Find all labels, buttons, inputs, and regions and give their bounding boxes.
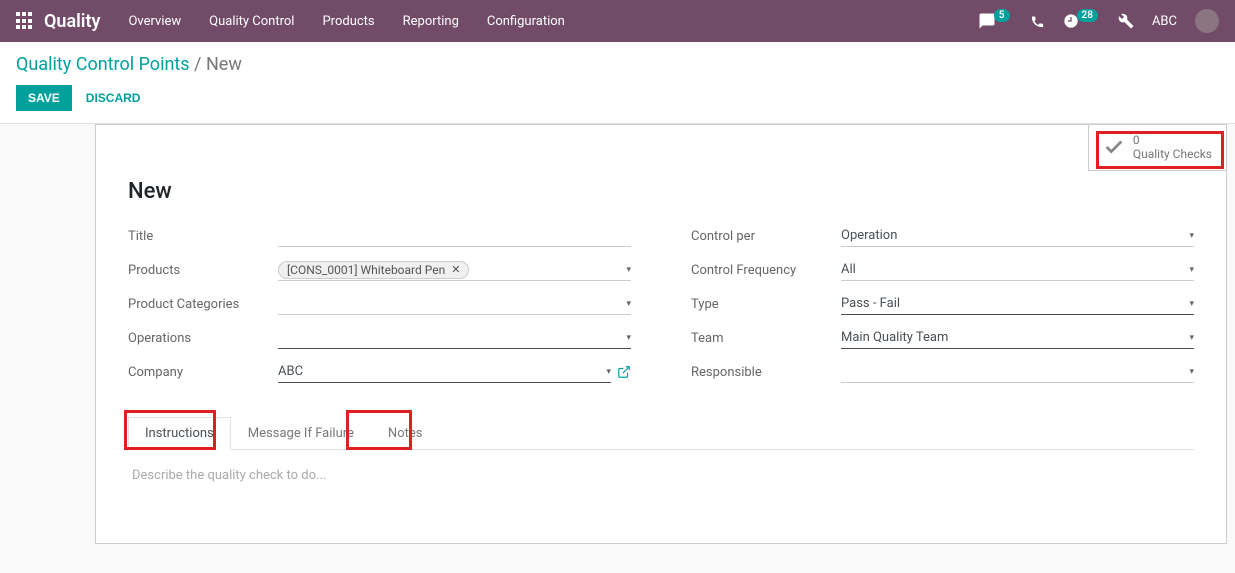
form-columns: Title Products [CONS_0001] Whiteboard Pe… <box>128 224 1194 394</box>
record-title: New <box>128 179 1194 204</box>
chevron-down-icon: ▾ <box>1189 333 1194 343</box>
company-field[interactable]: ABC ▾ <box>278 361 611 383</box>
product-tag-text: [CONS_0001] Whiteboard Pen <box>287 263 445 277</box>
app-brand[interactable]: Quality <box>44 11 100 32</box>
activities-badge: 28 <box>1077 9 1098 22</box>
remove-tag-icon[interactable]: ✕ <box>451 263 460 276</box>
control-freq-field[interactable]: All ▾ <box>841 259 1194 281</box>
operations-label: Operations <box>128 331 278 346</box>
messages-badge: 5 <box>994 9 1010 22</box>
stat-label: Quality Checks <box>1133 147 1212 161</box>
operations-field[interactable]: ▾ <box>278 327 631 349</box>
breadcrumb-parent[interactable]: Quality Control Points <box>16 54 190 75</box>
breadcrumb: Quality Control Points / New <box>16 54 1219 75</box>
title-label: Title <box>128 229 278 244</box>
control-per-field[interactable]: Operation ▾ <box>841 225 1194 247</box>
type-value: Pass - Fail <box>841 296 900 311</box>
menu-reporting[interactable]: Reporting <box>403 14 459 29</box>
menu-quality-control[interactable]: Quality Control <box>209 14 294 29</box>
avatar[interactable] <box>1195 9 1219 33</box>
notebook-tabs: Instructions Message If Failure Notes <box>128 416 1194 450</box>
team-label: Team <box>691 331 841 346</box>
check-icon <box>1103 136 1125 158</box>
company-value: ABC <box>278 364 303 379</box>
apps-icon[interactable] <box>16 12 34 30</box>
stat-count: 0 <box>1133 133 1212 147</box>
quality-checks-stat[interactable]: 0 Quality Checks <box>1088 125 1226 171</box>
responsible-label: Responsible <box>691 365 841 380</box>
breadcrumb-current: New <box>206 54 242 75</box>
control-buttons: SAVE DISCARD <box>16 85 1219 111</box>
chevron-down-icon: ▾ <box>1189 367 1194 377</box>
messages-icon[interactable]: 5 <box>978 12 1012 30</box>
product-tag: [CONS_0001] Whiteboard Pen ✕ <box>278 261 469 279</box>
company-label: Company <box>128 365 278 380</box>
sheet-inner: New Title Products [CONS_0001] Whiteboar… <box>96 125 1226 525</box>
debug-icon[interactable] <box>1118 13 1134 29</box>
control-freq-value: All <box>841 262 856 277</box>
form-sheet: 0 Quality Checks New Title Products <box>95 124 1227 544</box>
tab-instructions[interactable]: Instructions <box>128 417 231 450</box>
main-menu: Overview Quality Control Products Report… <box>128 14 564 29</box>
products-label: Products <box>128 263 278 278</box>
user-name[interactable]: ABC <box>1152 14 1177 29</box>
chevron-down-icon: ▾ <box>626 299 631 309</box>
breadcrumb-separator: / <box>194 54 206 75</box>
responsible-field[interactable]: ▾ <box>841 361 1194 383</box>
type-label: Type <box>691 297 841 312</box>
products-field[interactable]: [CONS_0001] Whiteboard Pen ✕ ▾ <box>278 259 631 281</box>
title-field[interactable] <box>278 225 631 247</box>
menu-overview[interactable]: Overview <box>128 14 181 29</box>
external-link-icon[interactable] <box>617 365 631 379</box>
form-area: 0 Quality Checks New Title Products <box>0 124 1235 544</box>
chevron-down-icon: ▾ <box>626 265 631 275</box>
control-per-value: Operation <box>841 228 897 243</box>
form-col-right: Control per Operation ▾ Control Frequenc… <box>691 224 1194 394</box>
control-panel: Quality Control Points / New SAVE DISCAR… <box>0 42 1235 124</box>
categories-label: Product Categories <box>128 297 278 312</box>
form-col-left: Title Products [CONS_0001] Whiteboard Pe… <box>128 224 631 394</box>
tab-content[interactable]: Describe the quality check to do... <box>128 450 1194 501</box>
categories-field[interactable]: ▾ <box>278 293 631 315</box>
menu-configuration[interactable]: Configuration <box>487 14 565 29</box>
type-field[interactable]: Pass - Fail ▾ <box>841 293 1194 315</box>
chevron-down-icon: ▾ <box>1189 265 1194 275</box>
discard-button[interactable]: DISCARD <box>86 91 141 105</box>
save-button[interactable]: SAVE <box>16 85 72 111</box>
top-navbar: Quality Overview Quality Control Product… <box>0 0 1235 42</box>
chevron-down-icon: ▾ <box>626 333 631 343</box>
chevron-down-icon: ▾ <box>606 367 611 377</box>
tab-message-if-failure[interactable]: Message If Failure <box>231 417 371 450</box>
control-per-label: Control per <box>691 229 841 244</box>
instructions-placeholder: Describe the quality check to do... <box>132 468 326 483</box>
chevron-down-icon: ▾ <box>1189 299 1194 309</box>
phone-icon[interactable] <box>1030 14 1045 29</box>
control-freq-label: Control Frequency <box>691 263 841 278</box>
topnav-right: 5 28 ABC <box>978 9 1219 33</box>
chevron-down-icon: ▾ <box>1189 231 1194 241</box>
team-field[interactable]: Main Quality Team ▾ <box>841 327 1194 349</box>
menu-products[interactable]: Products <box>322 14 374 29</box>
tab-notes[interactable]: Notes <box>371 417 440 450</box>
activities-icon[interactable]: 28 <box>1063 13 1100 29</box>
stat-text: 0 Quality Checks <box>1133 133 1212 162</box>
team-value: Main Quality Team <box>841 330 948 345</box>
